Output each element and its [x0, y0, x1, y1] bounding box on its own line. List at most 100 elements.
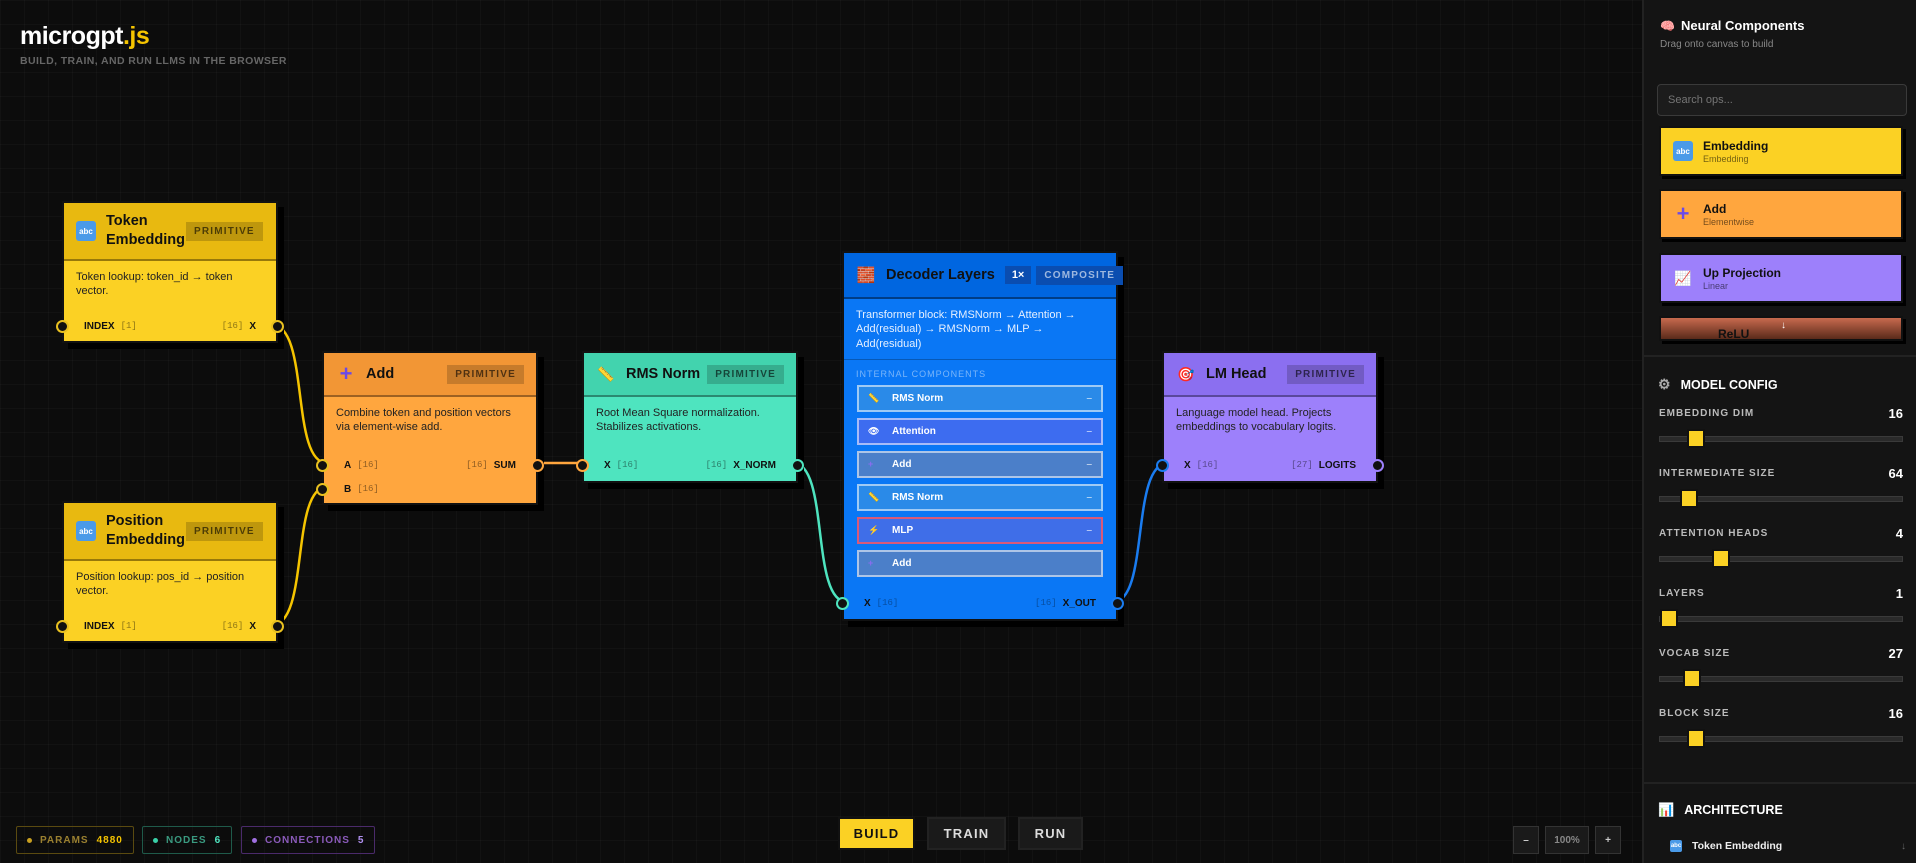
input-port[interactable]	[836, 597, 849, 610]
ruler-icon: 📏	[597, 365, 615, 382]
input-port[interactable]	[576, 459, 589, 472]
config-value: 1	[1895, 586, 1903, 601]
internal-component-add-2[interactable]: + Add	[857, 549, 1103, 577]
repeat-count-badge[interactable]: 1×	[1004, 266, 1032, 284]
run-mode-button[interactable]: RUN	[1018, 817, 1083, 850]
nodes-counter: NODES 6	[142, 826, 233, 854]
node-title: RMS Norm	[626, 365, 701, 382]
internal-component-add[interactable]: + Add –	[857, 450, 1103, 478]
config-slider-thumb[interactable]	[1687, 729, 1706, 748]
eye-icon: 👁	[868, 425, 880, 436]
brain-icon: 🧠	[1660, 18, 1675, 33]
config-intermediate-size: INTERMEDIATE SIZE 64	[1659, 466, 1903, 508]
node-header: abc Position Embedding PRIMITIVE	[64, 503, 276, 561]
palette-item-up-projection[interactable]: 📈 Up Projection Linear	[1659, 253, 1903, 303]
node-badge: COMPOSITE	[1036, 265, 1124, 285]
scroll-down-icon[interactable]: ↓	[1781, 320, 1786, 331]
config-label: ATTENTION HEADS	[1659, 528, 1769, 539]
output-port[interactable]	[271, 320, 284, 333]
config-slider-track[interactable]	[1659, 729, 1903, 748]
build-mode-button[interactable]: BUILD	[838, 817, 915, 850]
input-port[interactable]	[56, 320, 69, 333]
palette-item-relu[interactable]: ReLU ↓	[1659, 316, 1903, 341]
output-port[interactable]	[531, 459, 544, 472]
config-slider-thumb[interactable]	[1682, 669, 1701, 688]
input-port-a[interactable]	[316, 459, 329, 472]
output-port[interactable]	[791, 459, 804, 472]
graph-canvas[interactable]: microgpt.js BUILD, TRAIN, AND RUN LLMS I…	[0, 0, 1642, 863]
zoom-in-button[interactable]: +	[1595, 826, 1621, 854]
connections-counter: CONNECTIONS 5	[241, 826, 376, 854]
config-slider-track[interactable]	[1659, 669, 1903, 688]
palette-item-add[interactable]: + Add Elementwise	[1659, 189, 1903, 239]
input-port-label-b: B [16]	[344, 483, 379, 495]
node-lm-head[interactable]: 🎯 LM Head PRIMITIVE Language model head.…	[1156, 351, 1384, 483]
palette-item-embedding[interactable]: abc Embedding Embedding	[1659, 126, 1903, 176]
config-slider-thumb[interactable]	[1660, 609, 1678, 628]
config-value: 4	[1895, 526, 1903, 541]
node-description: Token lookup: token_id → token vector.	[76, 271, 233, 298]
internal-component-rms-norm[interactable]: 📏 RMS Norm –	[857, 384, 1103, 412]
output-port-label: [16] SUM	[466, 459, 516, 471]
internal-component-attention[interactable]: 👁 Attention –	[857, 417, 1103, 445]
node-description: Language model head. Projects embeddings…	[1176, 407, 1337, 434]
abc-icon: abc	[1670, 840, 1682, 852]
node-position-embedding[interactable]: abc Position Embedding PRIMITIVE Positio…	[56, 501, 284, 643]
input-port-label-a: A [16]	[344, 459, 379, 471]
output-port[interactable]	[271, 620, 284, 633]
node-decoder-layers[interactable]: 🧱 Decoder Layers 1× COMPOSITE Transforme…	[836, 251, 1124, 621]
output-port-label: [27] LOGITS	[1291, 459, 1356, 471]
brick-icon: 🧱	[856, 267, 876, 284]
input-port[interactable]	[56, 620, 69, 633]
node-badge: PRIMITIVE	[1287, 364, 1364, 384]
node-title: LM Head	[1206, 365, 1267, 382]
node-token-embedding[interactable]: abc Token Embedding PRIMITIVE Token look…	[56, 201, 284, 343]
input-port-label: INDEX [1]	[84, 620, 137, 632]
config-slider-track[interactable]	[1659, 609, 1903, 628]
bolt-icon: ⚡	[868, 524, 880, 535]
wire-rmsnorm-to-decoder	[792, 461, 848, 604]
output-port[interactable]	[1111, 597, 1124, 610]
config-slider-track[interactable]	[1659, 489, 1903, 508]
input-port[interactable]	[1156, 459, 1169, 472]
abc-icon: abc	[1673, 141, 1693, 161]
sidebar: 🧠 Neural Components Drag onto canvas to b…	[1642, 0, 1916, 863]
architecture-item[interactable]: abc Token Embedding ↓	[1670, 840, 1906, 852]
config-slider-track[interactable]	[1659, 429, 1903, 448]
input-port-label: INDEX [1]	[84, 320, 137, 332]
config-value: 16	[1888, 706, 1903, 721]
node-rms-norm[interactable]: 📏 RMS Norm PRIMITIVE Root Mean Square no…	[576, 351, 804, 483]
config-value: 27	[1888, 646, 1903, 661]
output-port-label: [16] X	[221, 320, 256, 332]
config-attention-heads: ATTENTION HEADS 4	[1659, 526, 1903, 568]
train-mode-button[interactable]: TRAIN	[927, 817, 1006, 850]
wire-decoder-to-lmhead	[1112, 461, 1169, 604]
internal-component-mlp[interactable]: ⚡ MLP –	[857, 516, 1103, 544]
gear-icon: ⚙	[1658, 376, 1671, 392]
node-add[interactable]: + Add PRIMITIVE Combine token and positi…	[316, 351, 544, 505]
params-counter: PARAMS 4880	[16, 826, 134, 854]
config-embedding-dim: EMBEDDING DIM 16	[1659, 406, 1903, 448]
config-slider-thumb[interactable]	[1711, 549, 1730, 568]
abc-icon: abc	[76, 521, 96, 541]
bar-chart-icon: 📊	[1658, 802, 1675, 817]
sidebar-subtitle: Drag onto canvas to build	[1660, 39, 1774, 50]
zoom-out-button[interactable]: –	[1513, 826, 1539, 854]
config-slider-thumb[interactable]	[1687, 429, 1706, 448]
config-slider-track[interactable]	[1659, 549, 1903, 568]
config-label: BLOCK SIZE	[1659, 708, 1730, 719]
wire-position-to-add-b	[271, 485, 328, 627]
input-port-label: X [16]	[1184, 459, 1219, 471]
internal-components-heading: INTERNAL COMPONENTS	[856, 368, 987, 379]
output-port[interactable]	[1371, 459, 1384, 472]
node-badge: PRIMITIVE	[447, 364, 524, 384]
node-description: Root Mean Square normalization. Stabiliz…	[596, 407, 760, 434]
node-title: Token Embedding	[106, 213, 185, 248]
search-input[interactable]	[1657, 84, 1907, 116]
input-port-b[interactable]	[316, 483, 329, 496]
config-slider-thumb[interactable]	[1680, 489, 1699, 508]
internal-component-rms-norm-2[interactable]: 📏 RMS Norm –	[857, 483, 1103, 511]
input-port-label: X [16]	[604, 459, 639, 471]
config-label: EMBEDDING DIM	[1659, 408, 1755, 419]
node-badge: PRIMITIVE	[186, 521, 263, 541]
